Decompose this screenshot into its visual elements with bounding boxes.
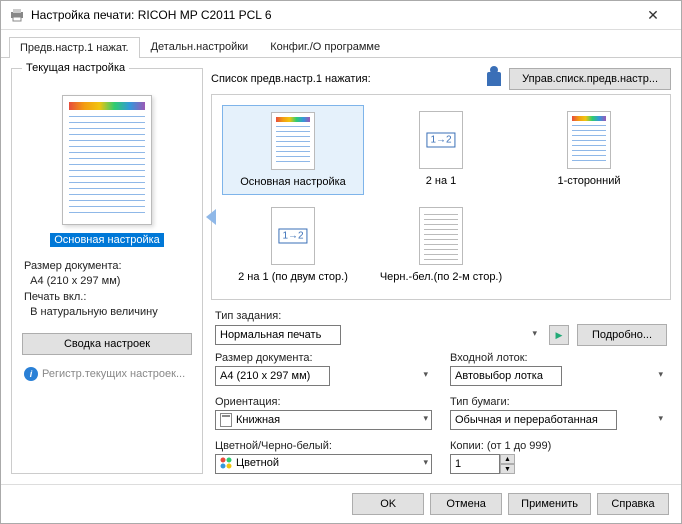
doc-size-select[interactable]: A4 (210 x 297 мм): [215, 366, 330, 386]
close-button[interactable]: ✕: [633, 1, 673, 29]
current-settings-panel: Текущая настройка Основная настройка Раз…: [11, 68, 203, 474]
arrow-icon: 1→2: [426, 133, 455, 148]
preset-2on1-duplex[interactable]: 1→2 2 на 1 (по двум стор.): [222, 201, 364, 289]
orientation-label: Ориентация:: [215, 396, 432, 408]
copies-spinner[interactable]: ▲▼: [450, 454, 667, 474]
color-swatch-icon: [220, 457, 232, 469]
cancel-button[interactable]: Отмена: [430, 493, 502, 515]
titlebar: Настройка печати: RICOH MP C2011 PCL 6 ✕: [1, 1, 681, 30]
page-preview: [62, 95, 152, 225]
print-on-value: В натуральную величину: [30, 306, 158, 318]
orientation-select[interactable]: Книжная: [215, 410, 432, 430]
paper-type-label: Тип бумаги:: [450, 396, 667, 408]
right-panel: Список предв.настр.1 нажатия: Управ.спис…: [211, 68, 671, 474]
preset-1sided[interactable]: 1-сторонний: [518, 105, 660, 195]
preset-name-label: Основная настройка: [50, 233, 164, 247]
printer-icon: [9, 7, 25, 23]
current-settings-info: Размер документа: A4 (210 x 297 мм) Печа…: [20, 259, 194, 321]
portrait-icon: [220, 413, 232, 427]
doc-size-value: A4 (210 x 297 мм): [30, 275, 120, 287]
doc-size-label2: Размер документа:: [215, 352, 432, 364]
help-button[interactable]: Справка: [597, 493, 669, 515]
doc-size-label: Размер документа:: [24, 260, 122, 272]
tabstrip: Предв.настр.1 нажат. Детальн.настройки К…: [1, 30, 681, 58]
copies-input[interactable]: [450, 454, 500, 474]
summary-button[interactable]: Сводка настроек: [22, 333, 192, 355]
window-title: Настройка печати: RICOH MP C2011 PCL 6: [31, 8, 633, 22]
manage-presets-button[interactable]: Управ.списк.предв.настр...: [509, 68, 671, 90]
arrow-icon: 1→2: [278, 229, 307, 244]
preset-bw-duplex[interactable]: Черн.-бел.(по 2-м стор.): [370, 201, 512, 289]
color-mode-label: Цветной/Черно-белый:: [215, 440, 432, 452]
tray-label: Входной лоток:: [450, 352, 667, 364]
ok-button[interactable]: OK: [352, 493, 424, 515]
arrow-left-icon: [206, 209, 216, 225]
preset-thumb: [567, 111, 611, 169]
copies-label: Копии: (от 1 до 999): [450, 440, 667, 452]
spin-up[interactable]: ▲: [500, 454, 515, 464]
tab-presets[interactable]: Предв.настр.1 нажат.: [9, 37, 140, 58]
preset-thumb: [271, 112, 315, 170]
info-icon: i: [24, 367, 38, 381]
preset-thumb: 1→2: [419, 111, 463, 169]
preset-2on1[interactable]: 1→2 2 на 1: [370, 105, 512, 195]
color-mode-select[interactable]: Цветной: [215, 454, 432, 474]
tray-select[interactable]: Автовыбор лотка: [450, 366, 562, 386]
register-settings-link[interactable]: i Регистр.текущих настроек...: [20, 367, 194, 381]
spin-down[interactable]: ▼: [500, 464, 515, 474]
job-type-select[interactable]: Нормальная печать: [215, 325, 341, 345]
apply-button[interactable]: Применить: [508, 493, 591, 515]
preset-list: Основная настройка 1→2 2 на 1 1-сторонни…: [211, 94, 671, 300]
play-button[interactable]: ▶: [549, 325, 569, 345]
user-icon: [487, 72, 501, 86]
preset-thumb: [419, 207, 463, 265]
dialog-buttons: OK Отмена Применить Справка: [1, 484, 681, 523]
preset-list-label: Список предв.настр.1 нажатия:: [211, 73, 371, 85]
preset-basic[interactable]: Основная настройка: [222, 105, 364, 195]
preset-thumb: 1→2: [271, 207, 315, 265]
paper-type-select[interactable]: Обычная и переработанная: [450, 410, 617, 430]
job-type-label: Тип задания:: [215, 310, 667, 322]
current-settings-title: Текущая настройка: [22, 62, 129, 74]
details-button[interactable]: Подробно...: [577, 324, 667, 346]
tab-config[interactable]: Конфиг./О программе: [259, 36, 391, 57]
tab-detailed[interactable]: Детальн.настройки: [140, 36, 260, 57]
print-on-label: Печать вкл.:: [24, 291, 86, 303]
